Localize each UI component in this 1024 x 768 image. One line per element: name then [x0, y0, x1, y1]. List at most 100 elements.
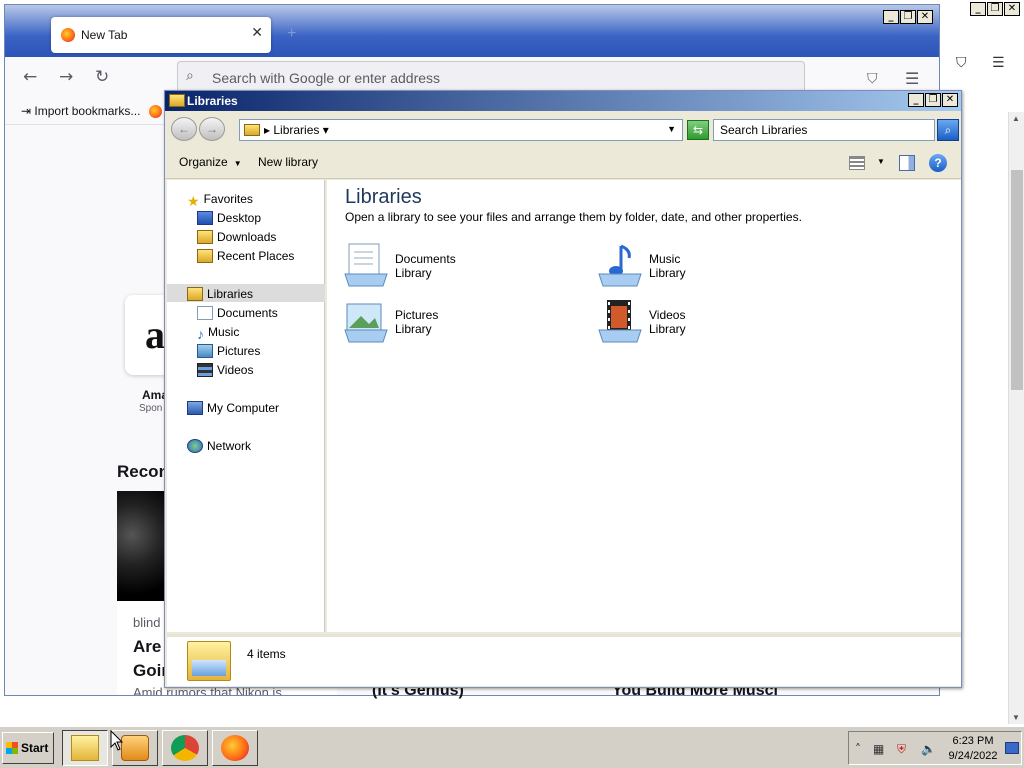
firefox-close-button[interactable]: ✕	[917, 10, 933, 24]
outer-pocket-icon[interactable]: ⛉	[956, 55, 967, 71]
nav-item-favorites[interactable]: ★ Favorites	[187, 190, 253, 209]
help-icon[interactable]: ?	[929, 154, 947, 172]
library-documents[interactable]: Documents Library	[343, 242, 583, 292]
taskbar-chrome-button[interactable]	[162, 730, 208, 766]
view-dropdown-icon[interactable]: ▼	[877, 157, 885, 166]
explorer-minimize-button[interactable]: _	[908, 93, 924, 107]
security-tray-icon[interactable]: ⛨	[897, 742, 906, 757]
firefox-bookmark-icon[interactable]	[149, 105, 162, 118]
nav-label: My Computer	[207, 401, 280, 415]
outer-minimize-button[interactable]: _	[970, 2, 986, 16]
tab-title: New Tab	[81, 28, 128, 42]
nav-item-recent-places[interactable]: Recent Places	[197, 247, 294, 265]
outer-menu-icon[interactable]: ☰	[992, 55, 1005, 71]
forward-arrow-icon[interactable]: →	[59, 67, 73, 87]
story-source: blind	[133, 615, 161, 630]
breadcrumb[interactable]: ▸ Libraries ▾	[264, 123, 329, 137]
start-label: Start	[21, 741, 49, 755]
volume-icon[interactable]: 🔈	[921, 742, 936, 756]
media-player-icon	[121, 735, 149, 761]
clock-date[interactable]: 9/24/2022	[945, 750, 1001, 762]
back-arrow-icon[interactable]: ←	[23, 67, 37, 87]
nav-item-music[interactable]: ♪ Music	[197, 323, 240, 342]
change-view-icon[interactable]	[849, 156, 865, 170]
address-dropdown-icon[interactable]: ▼	[667, 124, 676, 134]
taskbar-explorer-button[interactable]	[62, 730, 108, 766]
library-videos[interactable]: Videos Library	[597, 298, 837, 348]
search-icon: ⌕	[186, 68, 194, 84]
shortcut-sponsored-label: Spon	[139, 403, 163, 414]
details-pane: 4 items	[167, 634, 961, 686]
nav-item-videos[interactable]: Videos	[197, 361, 253, 379]
desktop-icon	[197, 211, 213, 225]
recommended-section-title: Recon	[117, 462, 169, 481]
libraries-status-folder-icon	[187, 641, 231, 681]
taskbar-firefox-button[interactable]	[212, 730, 258, 766]
preview-pane-icon[interactable]	[899, 155, 915, 171]
new-library-button[interactable]: New library	[258, 155, 318, 169]
outer-page-scrollbar[interactable]: ▲ ▼	[1008, 112, 1024, 724]
nav-label: Recent Places	[217, 249, 295, 263]
new-tab-button[interactable]: +	[287, 25, 296, 43]
search-button[interactable]: ⌕	[937, 119, 959, 141]
scroll-up-arrow-icon[interactable]: ▲	[1012, 114, 1020, 123]
music-icon: ♪	[197, 326, 204, 342]
nav-item-documents[interactable]: Documents	[197, 304, 278, 322]
library-name: Music	[649, 252, 681, 266]
explorer-titlebar[interactable]: Libraries _ ❐ ✕	[165, 91, 961, 111]
address-box[interactable]: ▸ Libraries ▾ ▼	[239, 119, 683, 141]
tab-new-tab[interactable]: New Tab ✕	[51, 17, 271, 53]
app-menu-icon[interactable]: ☰	[905, 69, 919, 88]
url-bar[interactable]: ⌕	[177, 61, 805, 93]
library-kind: Library	[649, 266, 686, 280]
videos-icon	[197, 363, 213, 377]
content-heading: Libraries	[345, 186, 422, 208]
windows-logo-icon	[6, 742, 18, 754]
clock-time[interactable]: 6:23 PM	[945, 735, 1001, 747]
start-button[interactable]: Start	[2, 732, 54, 764]
scroll-down-arrow-icon[interactable]: ▼	[1012, 713, 1020, 722]
library-music[interactable]: Music Library	[597, 242, 837, 292]
nav-item-my-computer[interactable]: My Computer	[187, 399, 279, 417]
forward-button[interactable]: →	[199, 117, 225, 141]
mouse-cursor-icon	[110, 730, 124, 751]
chrome-icon	[171, 735, 199, 761]
reload-icon[interactable]: ↻	[95, 67, 109, 87]
nav-item-downloads[interactable]: Downloads	[197, 228, 276, 246]
url-input[interactable]	[210, 68, 770, 88]
pocket-icon[interactable]: ⛉	[867, 71, 878, 87]
nav-item-desktop[interactable]: Desktop	[197, 209, 261, 227]
import-bookmarks-link[interactable]: ⇥ Import bookmarks...	[21, 104, 140, 118]
firefox-maximize-button[interactable]: ❐	[900, 10, 916, 24]
nav-item-libraries[interactable]: Libraries	[187, 285, 253, 303]
outer-restore-button[interactable]: ❐	[987, 2, 1003, 16]
organize-button[interactable]: Organize ▼	[179, 155, 242, 169]
nav-item-network[interactable]: Network	[187, 437, 251, 455]
search-input[interactable]	[718, 122, 932, 138]
organize-dropdown-icon: ▼	[233, 159, 242, 168]
downloads-folder-icon	[197, 230, 213, 244]
back-button[interactable]: ←	[171, 117, 197, 141]
tab-close-icon[interactable]: ✕	[251, 25, 263, 41]
documents-icon	[197, 306, 213, 320]
explorer-address-bar: ← → ▸ Libraries ▾ ▼ ⇆ ⌕	[165, 111, 961, 145]
explorer-close-button[interactable]: ✕	[942, 93, 958, 107]
library-pictures[interactable]: Pictures Library	[343, 298, 583, 348]
search-box[interactable]	[713, 119, 935, 141]
nav-label: Downloads	[217, 230, 277, 244]
nav-item-pictures[interactable]: Pictures	[197, 342, 260, 360]
library-name: Videos	[649, 308, 686, 322]
refresh-button[interactable]: ⇆	[687, 120, 709, 140]
firefox-minimize-button[interactable]: _	[883, 10, 899, 24]
videos-library-icon	[598, 300, 642, 343]
tray-expand-icon[interactable]: ˄	[855, 742, 861, 756]
star-icon: ★	[187, 193, 200, 209]
outer-close-button[interactable]: ✕	[1004, 2, 1020, 16]
pictures-icon	[197, 344, 213, 358]
scrollbar-thumb[interactable]	[1011, 170, 1023, 390]
explorer-maximize-button[interactable]: ❐	[925, 93, 941, 107]
network-tray-icon[interactable]: ▦	[873, 742, 884, 756]
show-desktop-icon[interactable]	[1005, 742, 1019, 754]
outer-toolbar-right: ⛉ ☰	[940, 55, 1024, 75]
nav-label: Music	[208, 325, 240, 339]
